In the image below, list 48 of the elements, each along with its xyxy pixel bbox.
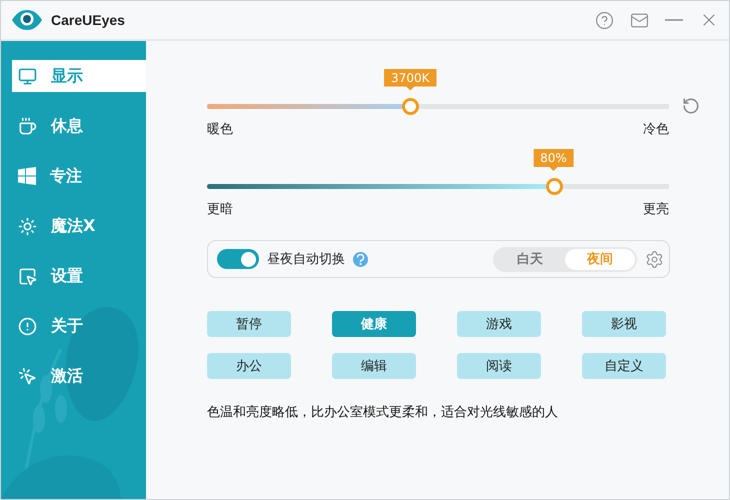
preset-button[interactable]: 暂停 (207, 311, 291, 337)
preset-button[interactable]: 自定义 (582, 353, 666, 379)
slider-min-label: 更暗 (207, 201, 233, 218)
slider-thumb[interactable] (402, 98, 420, 114)
minimize-button[interactable] (665, 19, 683, 21)
reset-icon (682, 97, 700, 115)
sidebar-item[interactable]: 设置 (12, 260, 146, 292)
sidebar-item[interactable]: 激活 (12, 360, 146, 392)
help-icon[interactable] (353, 252, 368, 266)
eye-logo-icon (11, 9, 43, 31)
pointer-icon (18, 266, 37, 286)
slider-thumb[interactable] (546, 178, 562, 195)
alert-icon (18, 316, 37, 336)
mode-tab[interactable]: 夜间 (565, 248, 635, 270)
cup-icon (18, 116, 37, 136)
monitor-icon (18, 66, 37, 86)
sun-icon (18, 216, 37, 236)
preset-button[interactable]: 办公 (207, 353, 291, 379)
toggle-switch[interactable] (217, 249, 259, 269)
minimize-icon (665, 19, 683, 21)
mail-button[interactable] (630, 10, 649, 30)
auto-switch-label: 昼夜自动切换 (267, 251, 345, 268)
preset-button[interactable]: 阅读 (457, 353, 541, 379)
windows-icon (18, 167, 36, 185)
mode-tab[interactable]: 白天 (495, 248, 565, 270)
value-tooltip: 3700K (384, 68, 436, 90)
mode-description: 色温和亮度略低，比办公室模式更柔和，适合对光线敏感的人 (207, 404, 559, 421)
preset-button[interactable]: 健康 (332, 311, 416, 337)
slider-min-label: 暖色 (207, 121, 233, 138)
help-icon (595, 10, 614, 30)
help-button[interactable] (595, 10, 614, 30)
app-title: CareUEyes (51, 12, 125, 28)
settings-icon (645, 250, 664, 268)
value-tooltip: 80% (533, 149, 574, 171)
reset-button[interactable] (682, 97, 700, 115)
preset-button[interactable]: 游戏 (457, 311, 541, 337)
click-icon (18, 366, 37, 386)
sidebar-item[interactable]: 关于 (12, 310, 146, 342)
settings-button[interactable] (645, 250, 664, 268)
sidebar-item[interactable]: 专注 (12, 160, 146, 192)
sidebar-item[interactable]: 显示 (12, 60, 146, 92)
slider-max-label: 冷色 (643, 121, 669, 138)
preset-button[interactable]: 编辑 (332, 353, 416, 379)
mail-icon (630, 10, 649, 30)
sidebar-item[interactable]: 休息 (12, 110, 146, 142)
slider-max-label: 更亮 (643, 201, 669, 218)
preset-button[interactable]: 影视 (582, 311, 666, 337)
sidebar-item[interactable]: 魔法X (12, 210, 146, 242)
